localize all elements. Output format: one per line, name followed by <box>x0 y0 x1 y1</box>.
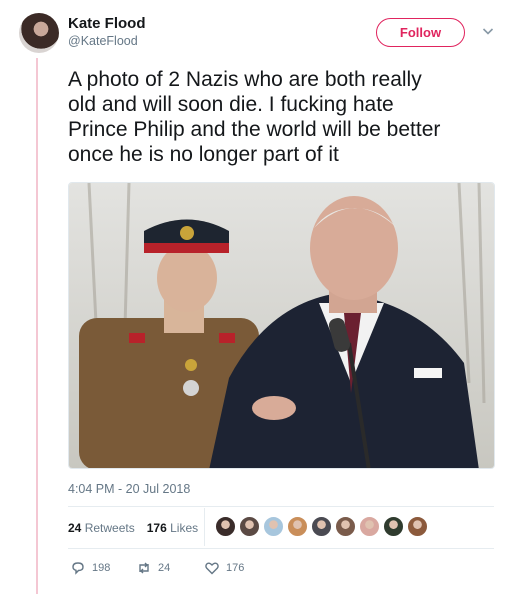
thread-line <box>36 58 38 594</box>
likes-count: 176 <box>146 521 167 535</box>
author-handle[interactable]: @KateFlood <box>68 34 138 48</box>
reply-count: 198 <box>92 562 111 574</box>
reply-icon <box>72 562 84 575</box>
liker-avatar[interactable] <box>311 516 332 537</box>
stats-separator <box>204 508 205 546</box>
likes-label: Likes <box>170 521 199 535</box>
liker-avatar[interactable] <box>239 516 260 537</box>
retweet-count: 24 <box>158 562 171 574</box>
heart-icon <box>205 562 219 575</box>
retweets-label: Retweets <box>84 521 135 535</box>
tweet-line: Prince Philip and the world will be bett… <box>68 118 441 141</box>
liker-avatar[interactable] <box>359 516 380 537</box>
tweet-stats: 24 Retweets 176 Likes <box>68 521 198 535</box>
liker-avatar[interactable] <box>335 516 356 537</box>
liker-avatar[interactable] <box>263 516 284 537</box>
divider <box>68 506 494 507</box>
tweet-photo[interactable] <box>68 182 495 469</box>
tweet-line: once he is no longer part of it <box>68 143 339 166</box>
follow-button[interactable]: Follow <box>376 18 465 47</box>
tweet-line: old and will soon die. I fucking hate <box>68 93 394 116</box>
tweet-line: A photo of 2 Nazis who are both really <box>68 68 422 91</box>
author-name[interactable]: Kate Flood <box>68 15 146 32</box>
liker-avatar[interactable] <box>287 516 308 537</box>
avatar[interactable] <box>19 13 59 53</box>
retweets-count: 24 <box>68 521 82 535</box>
chevron-down-icon[interactable] <box>482 25 494 37</box>
tweet-text: A photo of 2 Nazis who are both really o… <box>68 67 508 167</box>
retweet-icon <box>139 562 149 574</box>
reply-action[interactable]: 198 <box>70 560 136 576</box>
like-action[interactable]: 176 <box>204 560 270 576</box>
divider <box>68 548 494 549</box>
liker-avatar[interactable] <box>383 516 404 537</box>
retweet-action[interactable]: 24 <box>136 560 204 576</box>
liker-avatar[interactable] <box>407 516 428 537</box>
liker-avatars <box>215 516 428 537</box>
liker-avatar[interactable] <box>215 516 236 537</box>
tweet-actions: 198 24 176 <box>70 560 270 576</box>
photo-image <box>69 183 494 468</box>
likes-stat[interactable]: 176 Likes <box>147 521 198 535</box>
retweets-stat[interactable]: 24 Retweets <box>68 521 135 535</box>
tweet-timestamp[interactable]: 4:04 PM - 20 Jul 2018 <box>68 482 190 496</box>
like-count: 176 <box>226 562 245 574</box>
